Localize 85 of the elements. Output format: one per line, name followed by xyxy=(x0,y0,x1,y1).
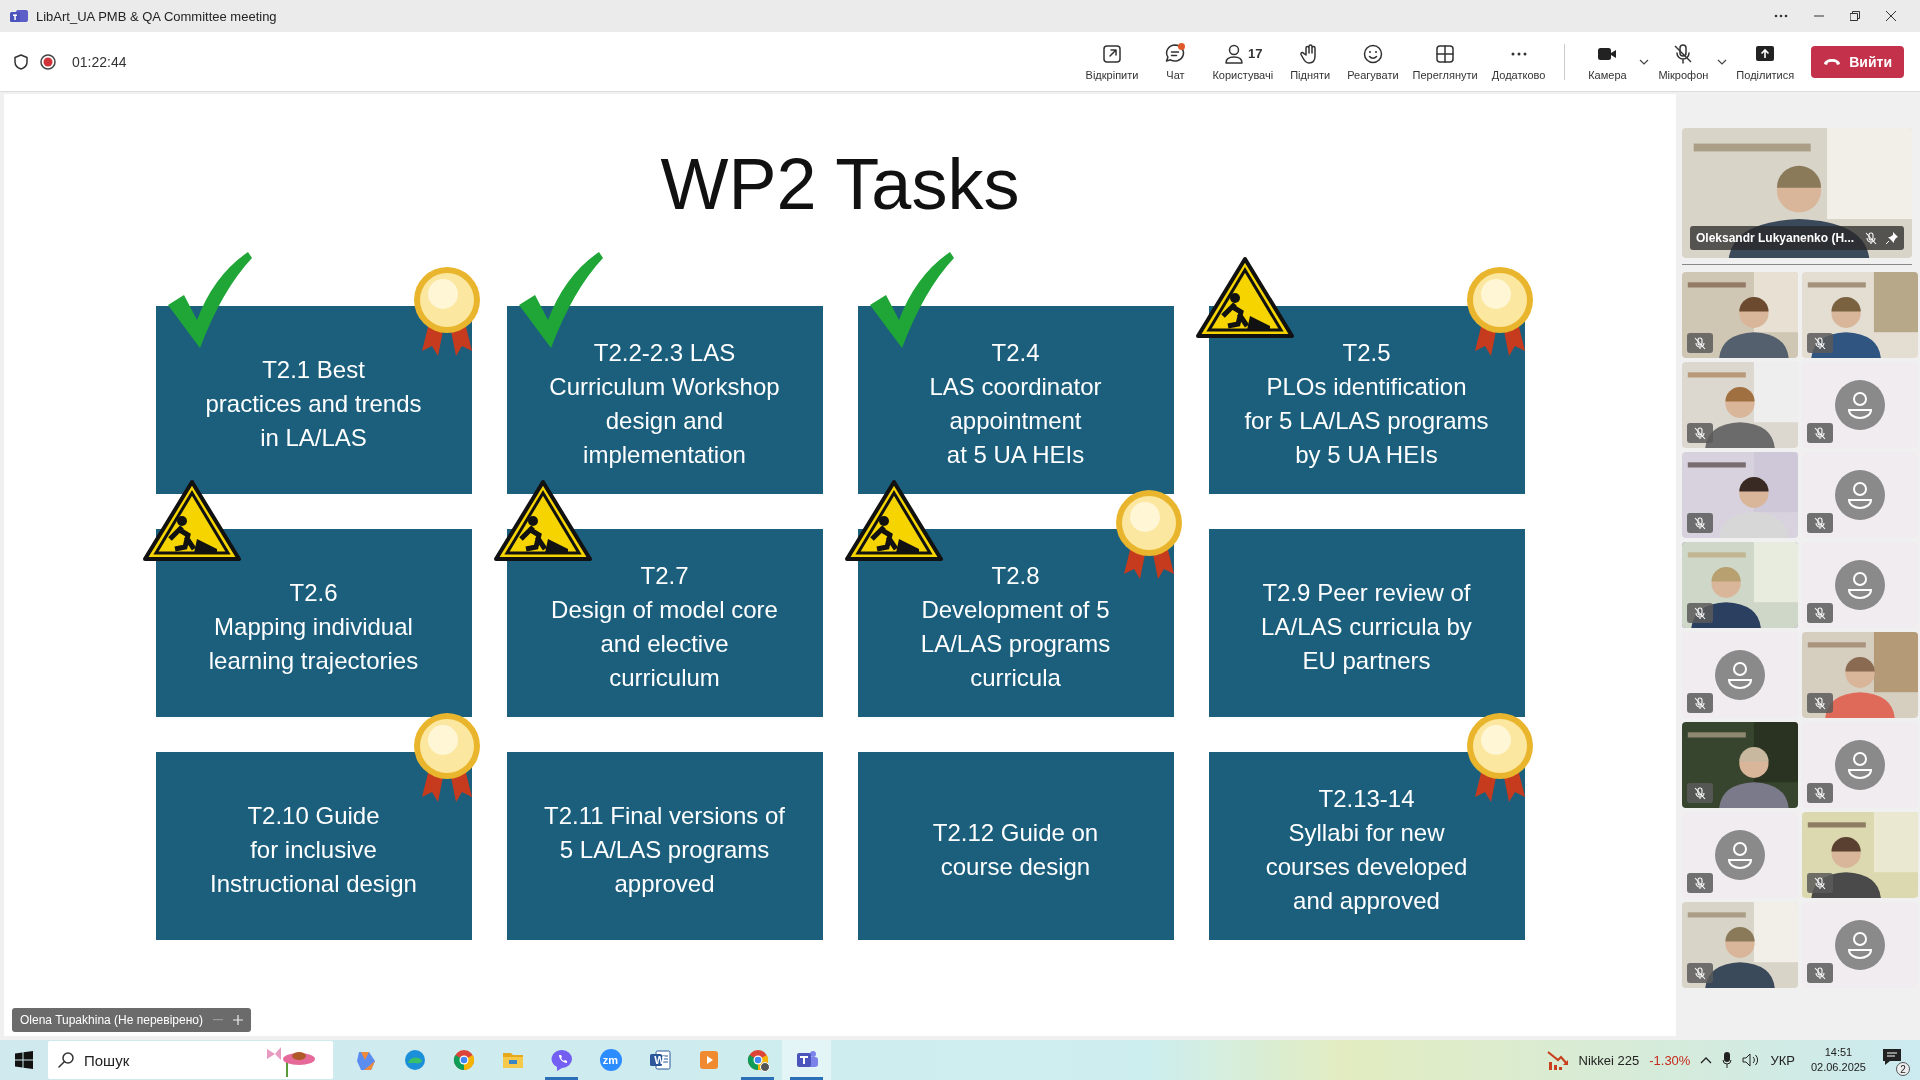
plus-icon[interactable] xyxy=(232,1015,243,1025)
task-text: T2.11 Final versions of 5 LA/LAS programs approved xyxy=(544,801,785,899)
toolbar-button[interactable]: Чат xyxy=(1147,38,1204,85)
round-app-icon xyxy=(598,1048,623,1072)
smiley-icon xyxy=(1361,42,1384,65)
windows-logo-icon[interactable] xyxy=(15,1051,33,1069)
chevron-down-icon[interactable] xyxy=(1639,58,1650,65)
warning-sign-icon xyxy=(1194,256,1295,340)
shield-icon xyxy=(14,53,28,70)
window-title: LibArt_UA PMB & QA Committee meeting xyxy=(36,8,278,24)
participant-tile[interactable] xyxy=(1802,902,1918,988)
participant-tile[interactable] xyxy=(1802,452,1918,538)
avatar-icon xyxy=(1835,920,1885,970)
chat-icon xyxy=(1164,42,1187,65)
chevron-down-icon[interactable] xyxy=(1717,58,1728,65)
ticker-change: -1.30% xyxy=(1649,1052,1691,1068)
avatar-icon xyxy=(1835,380,1885,430)
task-text: T2.9 Peer review of LA/LAS curricula by EU partners xyxy=(1261,578,1472,676)
participant-tile[interactable] xyxy=(1802,542,1918,628)
task-text: T2.13-14 Syllabi for new courses developed and approved xyxy=(1265,784,1468,916)
browser-icon xyxy=(402,1048,427,1072)
participant-count: 17 xyxy=(1248,46,1263,61)
task-text: T2.5 PLOs identification for 5 LA/LAS programs by 5 UA HEIs xyxy=(1244,338,1489,470)
taskbar-app-button[interactable] xyxy=(782,1040,831,1080)
toolbar-button[interactable]: Додатково xyxy=(1486,38,1551,85)
toolbar-button[interactable]: Реагувати xyxy=(1342,38,1404,85)
phone-icon xyxy=(1823,57,1842,66)
slide-title: WP2 Tasks xyxy=(660,143,1020,226)
avatar-icon xyxy=(1835,740,1885,790)
avatar-icon xyxy=(1715,650,1765,700)
toolbar-button[interactable]: Поділитися xyxy=(1731,38,1800,85)
pin-icon[interactable] xyxy=(1886,232,1898,244)
avatar-icon xyxy=(1835,560,1885,610)
app-label: zm xyxy=(602,1054,619,1066)
microphone-icon[interactable] xyxy=(1722,1052,1733,1068)
search-field[interactable]: Пошук xyxy=(48,1041,333,1079)
clock-time: 14:51 xyxy=(1824,1045,1853,1060)
leave-button[interactable]: Вийти xyxy=(1811,45,1904,78)
task-text: T2.6 Mapping individual learning trajectories xyxy=(208,578,419,676)
toolbar-button[interactable]: 17 Користувачі xyxy=(1207,38,1279,85)
phone-bubble-icon xyxy=(549,1048,574,1072)
participant-name: Oleksandr Lukyanenko (H... xyxy=(1696,231,1856,245)
clock-date: 02.06.2025 xyxy=(1810,1060,1866,1075)
task-text: T2.4 LAS coordinator appointment at 5 UA HEIs xyxy=(929,338,1102,470)
app-logo-icon xyxy=(10,8,28,24)
task-text: T2.8 Development of 5 LA/LAS programs curricula xyxy=(920,561,1111,693)
toolbar-button[interactable]: Підняти xyxy=(1282,38,1339,85)
task-text: T2.2-2.3 LAS Curriculum Workshop design and implementation xyxy=(549,338,780,470)
meeting-timer: 01:22:44 xyxy=(72,53,127,70)
task-text: T2.10 Guide for inclusive Instructional design xyxy=(210,801,417,899)
toolbar-button[interactable]: Мікрофон xyxy=(1653,38,1714,85)
message-icon[interactable] xyxy=(1882,1048,1902,1066)
browser-icon xyxy=(451,1048,476,1072)
participant-tile[interactable] xyxy=(1682,812,1798,898)
person-icon xyxy=(1223,42,1246,65)
grid-icon xyxy=(1434,42,1457,65)
popout-icon xyxy=(1101,42,1123,65)
toolbar-button[interactable]: Відкріпити xyxy=(1080,38,1144,85)
browser-icon xyxy=(745,1048,770,1072)
warning-sign-icon xyxy=(141,479,242,563)
avatar-icon xyxy=(1715,830,1765,880)
search-icon xyxy=(58,1052,74,1068)
speaker-icon[interactable] xyxy=(1742,1053,1761,1067)
close-icon[interactable] xyxy=(1886,11,1896,21)
more-icon xyxy=(1510,51,1527,56)
ticker-name: Nikkei 225 xyxy=(1578,1052,1640,1068)
participant-tile[interactable] xyxy=(1682,632,1798,718)
keyboard-language[interactable]: УКР xyxy=(1770,1052,1795,1068)
participant-tile[interactable] xyxy=(1802,722,1918,808)
task-text: T2.1 Best practices and trends in LA/LAS xyxy=(205,355,422,453)
toolbar-button[interactable]: Камера xyxy=(1579,38,1636,85)
task-text: T2.7 Design of model core and elective curriculum xyxy=(551,561,778,693)
task-text: T2.12 Guide on course design xyxy=(932,818,1099,882)
document-icon xyxy=(647,1048,672,1072)
avatar-icon xyxy=(1835,470,1885,520)
more-icon[interactable] xyxy=(1774,14,1788,18)
presenter-name: Olena Tupakhina (Не перевірено) xyxy=(20,1013,203,1027)
warning-sign-icon xyxy=(843,479,944,563)
restore-icon[interactable] xyxy=(1850,11,1860,21)
toolbar-button[interactable]: Переглянути xyxy=(1407,38,1483,85)
participant-tile[interactable] xyxy=(1802,362,1918,448)
falling-chart-icon xyxy=(1546,1050,1569,1070)
warning-sign-icon xyxy=(492,479,593,563)
chevron-up-icon[interactable] xyxy=(1700,1056,1713,1064)
notification-count: 2 xyxy=(1896,1062,1910,1076)
